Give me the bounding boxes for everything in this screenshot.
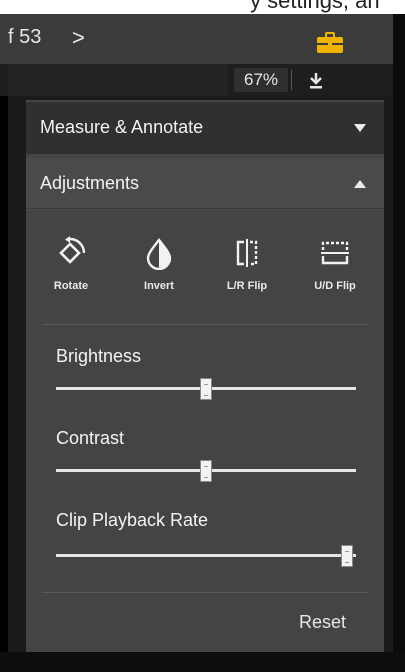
caption-strip: y settings, an bbox=[0, 0, 405, 14]
divider bbox=[42, 592, 368, 593]
slider-thumb[interactable] bbox=[200, 378, 212, 400]
measure-annotate-title: Measure & Annotate bbox=[40, 117, 204, 137]
ud-flip-button[interactable]: U/D Flip bbox=[296, 228, 374, 298]
frame-edge-left bbox=[0, 96, 8, 672]
lr-flip-icon bbox=[236, 239, 258, 267]
rotate-icon bbox=[59, 236, 86, 264]
frame-edge-bottom bbox=[0, 652, 405, 672]
toolbar-divider bbox=[291, 70, 292, 90]
briefcase-icon[interactable] bbox=[316, 32, 344, 54]
adjustments-title: Adjustments bbox=[40, 173, 140, 193]
slider-thumb[interactable] bbox=[200, 460, 212, 482]
brightness-slider[interactable] bbox=[56, 378, 356, 400]
clip-playback-rate-slider[interactable] bbox=[56, 545, 356, 567]
zoom-toolbar: 67% bbox=[0, 64, 393, 96]
slider-thumb[interactable] bbox=[341, 545, 353, 567]
lr-flip-button[interactable]: L/R Flip bbox=[208, 228, 286, 298]
clip-playback-rate-label: Clip Playback Rate bbox=[56, 510, 209, 530]
toolbar-blank-area bbox=[8, 64, 228, 96]
rotate-label: Rotate bbox=[53, 280, 89, 292]
invert-label: Invert bbox=[144, 280, 174, 292]
page-navigation-bar: f 53 > bbox=[0, 14, 393, 64]
rotate-button[interactable]: Rotate bbox=[32, 228, 110, 298]
caret-up-icon bbox=[354, 180, 366, 188]
slider-track bbox=[56, 554, 356, 557]
brightness-label: Brightness bbox=[56, 346, 142, 366]
download-icon[interactable] bbox=[300, 69, 332, 91]
reset-button[interactable]: Reset bbox=[299, 612, 346, 633]
adjustments-header[interactable]: Adjustments bbox=[26, 158, 384, 210]
next-page-button[interactable]: > bbox=[72, 25, 85, 51]
ud-flip-icon bbox=[321, 241, 349, 265]
caption-text: y settings, an bbox=[250, 0, 380, 13]
divider bbox=[42, 324, 368, 325]
frame-edge-right bbox=[393, 14, 405, 672]
lr-flip-label: L/R Flip bbox=[226, 280, 268, 292]
ud-flip-label: U/D Flip bbox=[314, 280, 356, 292]
contrast-label: Contrast bbox=[56, 428, 125, 448]
contrast-slider[interactable] bbox=[56, 460, 356, 482]
adjustments-panel: Measure & Annotate Adjustments Rotate In… bbox=[26, 100, 384, 652]
zoom-level[interactable]: 67% bbox=[234, 68, 288, 92]
caret-down-icon bbox=[354, 124, 366, 132]
invert-icon bbox=[146, 238, 172, 270]
page-counter: f 53 bbox=[8, 26, 42, 48]
measure-annotate-header[interactable]: Measure & Annotate bbox=[26, 102, 384, 154]
divider bbox=[26, 208, 384, 209]
invert-button[interactable]: Invert bbox=[120, 228, 198, 298]
